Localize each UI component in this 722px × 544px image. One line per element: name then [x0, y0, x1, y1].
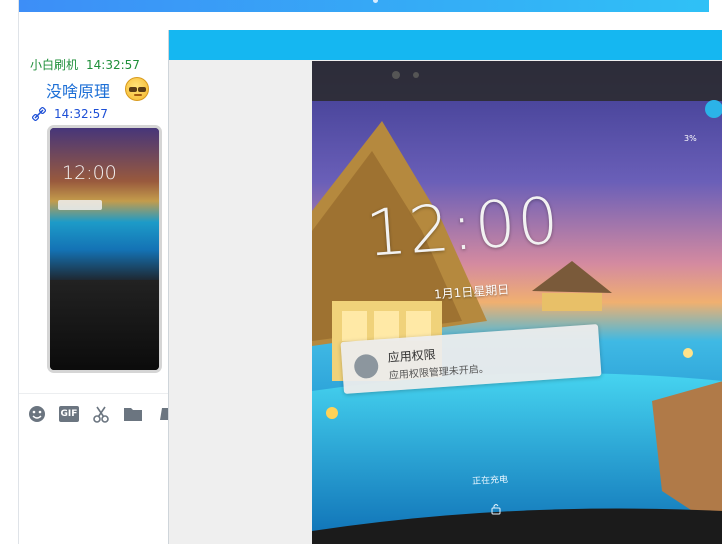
chat-titlebar[interactable] — [19, 0, 709, 12]
image-link-icon — [32, 107, 46, 121]
lockscreen-photo-background — [312, 61, 722, 544]
image-message-meta: 14:32:57 — [32, 107, 108, 121]
viewer-photo[interactable]: 3% 12:00 1月1日星期日 应用权限 应用权限管理未开启。 正在充电 — [312, 61, 722, 544]
emoji-icon[interactable] — [27, 404, 47, 424]
charging-status: 正在充电 — [471, 475, 509, 487]
thumbnail-clock: 12:00 — [62, 162, 117, 184]
unlock-icon — [491, 504, 501, 515]
lock-icon — [353, 353, 380, 380]
notification-title: 应用权限 — [387, 347, 437, 365]
gif-label: GIF — [59, 406, 79, 422]
folder-icon[interactable] — [123, 404, 143, 424]
viewer-titlebar[interactable] — [169, 30, 722, 60]
thumbnail-bezel — [50, 280, 159, 370]
input-toolbar: GIF — [27, 402, 187, 426]
image-viewer-window: 3% 12:00 1月1日星期日 应用权限 应用权限管理未开启。 正在充电 — [168, 30, 722, 544]
image-thumbnail[interactable]: 12:00 — [47, 125, 162, 373]
image-message-time: 14:32:57 — [54, 107, 108, 121]
battery-level: 3% — [684, 134, 697, 143]
gif-icon[interactable]: GIF — [59, 404, 79, 424]
message-text: 没啥原理 — [46, 82, 111, 101]
message-meta: 小白刷机 14:32:57 — [30, 56, 140, 73]
sunglasses-emoji-icon — [125, 77, 149, 101]
toolbar-divider — [19, 393, 169, 394]
sender-name[interactable]: 小白刷机 — [30, 58, 78, 72]
message-time: 14:32:57 — [86, 58, 140, 72]
lockscreen-clock: 12:00 — [363, 184, 563, 272]
titlebar-marker — [373, 0, 378, 3]
thumbnail-notification — [58, 200, 102, 210]
scissors-icon[interactable] — [91, 404, 111, 424]
